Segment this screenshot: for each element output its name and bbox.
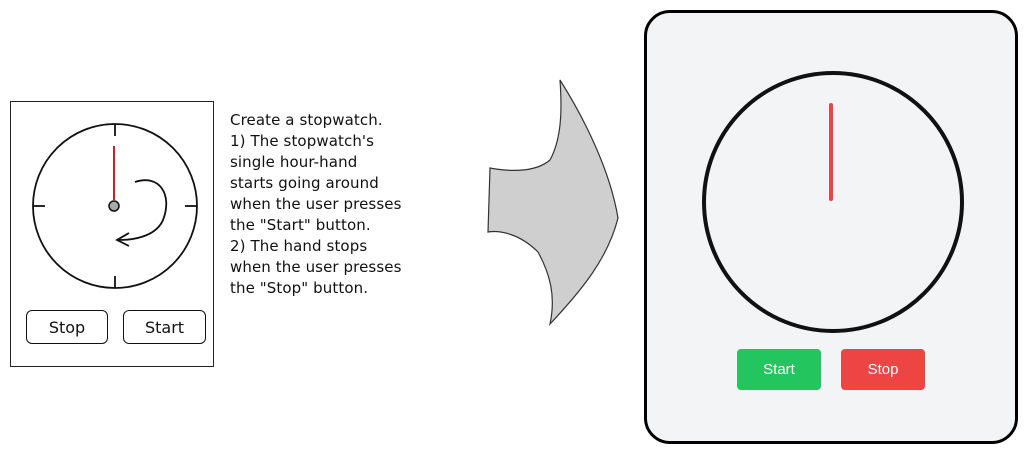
instruction-line: 2) The hand stops — [230, 237, 368, 255]
instruction-line: the "Start" button. — [230, 216, 371, 234]
instruction-line: 1) The stopwatch's — [230, 132, 375, 150]
instruction-line: the "Stop" button. — [230, 279, 369, 297]
instruction-line: when the user presses — [230, 195, 402, 213]
transform-arrow-icon — [487, 79, 619, 326]
instruction-line: starts going around — [230, 174, 379, 192]
sketch-stop-button[interactable]: Stop — [26, 310, 108, 344]
sketch-start-button[interactable]: Start — [123, 310, 206, 344]
instruction-line: when the user presses — [230, 258, 402, 276]
sketch-panel: Stop Start — [10, 101, 214, 367]
instructions-text: Create a stopwatch. 1) The stopwatch's s… — [230, 110, 470, 299]
stopwatch-device: Start Stop — [644, 10, 1018, 444]
stop-button[interactable]: Stop — [841, 349, 925, 390]
instruction-line: Create a stopwatch. — [230, 111, 383, 129]
start-button[interactable]: Start — [737, 349, 821, 390]
stopwatch-hand — [829, 103, 833, 201]
stopwatch-dial — [702, 71, 964, 333]
instruction-line: single hour-hand — [230, 153, 358, 171]
